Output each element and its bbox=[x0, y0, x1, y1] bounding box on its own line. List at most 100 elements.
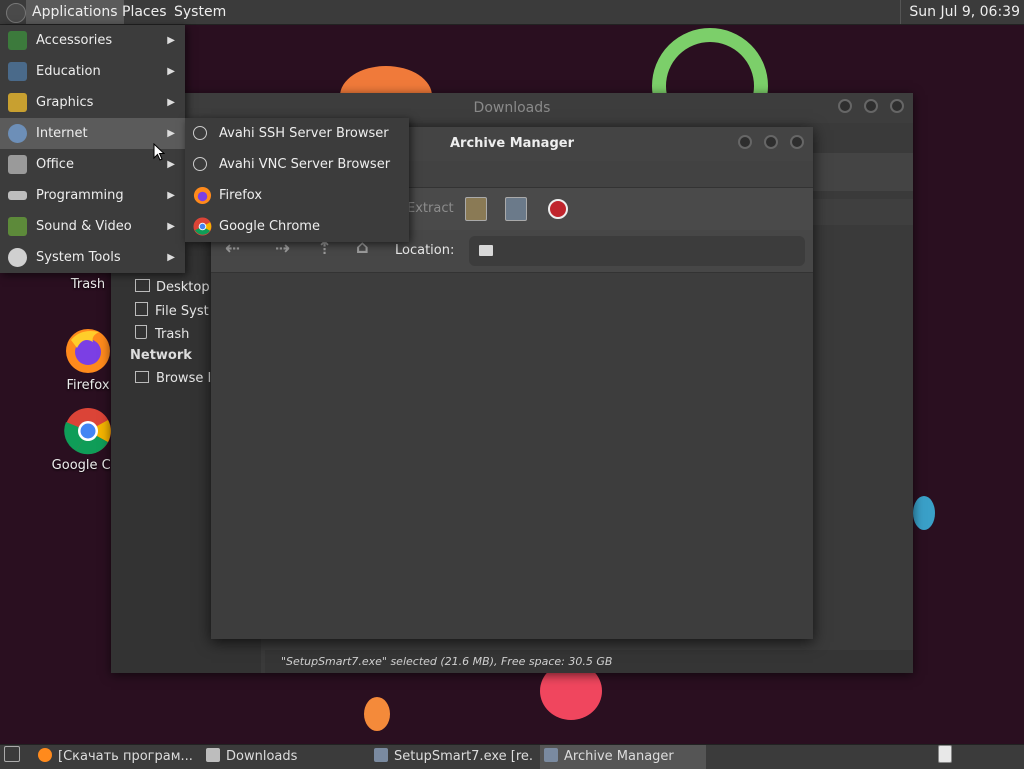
taskbar-item-archive-manager[interactable]: Archive Manager bbox=[540, 745, 706, 769]
taskbar-item-label: [Скачать програм... bbox=[58, 749, 193, 764]
education-icon bbox=[8, 62, 27, 81]
submenu-item-label: Firefox bbox=[219, 188, 263, 203]
sidebar-item-filesystem[interactable]: File Syst bbox=[135, 302, 209, 319]
archive-minimize-button[interactable] bbox=[738, 135, 752, 149]
submenu-arrow-icon: ▶ bbox=[167, 190, 175, 201]
submenu-arrow-icon: ▶ bbox=[167, 252, 175, 263]
menu-item-education[interactable]: Education ▶ bbox=[0, 56, 185, 87]
archive-maximize-button[interactable] bbox=[764, 135, 778, 149]
submenu-arrow-icon: ▶ bbox=[167, 128, 175, 139]
submenu-arrow-icon: ▶ bbox=[167, 221, 175, 232]
clock[interactable]: Sun Jul 9, 06:39 bbox=[900, 0, 1020, 24]
downloads-minimize-button[interactable] bbox=[838, 99, 852, 113]
wallpaper-small-orange-blob bbox=[364, 697, 390, 731]
internet-icon bbox=[8, 124, 27, 143]
chrome-icon bbox=[193, 217, 212, 236]
show-desktop-icon bbox=[4, 746, 20, 762]
folder-icon bbox=[479, 245, 493, 256]
avahi-vnc-icon bbox=[193, 157, 207, 171]
firefox-icon bbox=[66, 329, 110, 373]
add-files-icon[interactable] bbox=[465, 197, 487, 221]
menu-item-accessories[interactable]: Accessories ▶ bbox=[0, 25, 185, 56]
places-menu-button[interactable]: Places bbox=[116, 0, 173, 24]
archive-close-button[interactable] bbox=[790, 135, 804, 149]
submenu-item-label: Google Chrome bbox=[219, 219, 320, 234]
menu-item-label: Education bbox=[36, 64, 101, 79]
menu-item-sound-video[interactable]: Sound & Video ▶ bbox=[0, 211, 185, 242]
archive-icon bbox=[544, 748, 558, 762]
menu-item-programming[interactable]: Programming ▶ bbox=[0, 180, 185, 211]
extract-button[interactable]: Extract bbox=[407, 201, 454, 216]
downloads-statusbar: "SetupSmart7.exe" selected (21.6 MB), Fr… bbox=[265, 650, 913, 673]
menu-item-label: System Tools bbox=[36, 250, 121, 265]
downloads-title: Downloads bbox=[473, 100, 551, 116]
graphics-icon bbox=[8, 93, 27, 112]
archive-file-list[interactable] bbox=[211, 273, 813, 639]
menu-item-google-chrome[interactable]: Google Chrome bbox=[185, 211, 409, 242]
trash-icon bbox=[135, 325, 147, 339]
archive-icon bbox=[374, 748, 388, 762]
add-folder-icon[interactable] bbox=[505, 197, 527, 221]
taskbar-item-firefox[interactable]: [Скачать програм... bbox=[38, 745, 196, 769]
distro-logo-icon[interactable] bbox=[6, 3, 26, 23]
taskbar-item-label: Downloads bbox=[226, 749, 298, 764]
sidebar-item-desktop[interactable]: Desktop bbox=[135, 279, 210, 295]
taskbar: [Скачать програм... Downloads SetupSmart… bbox=[0, 744, 1024, 769]
sound-video-icon bbox=[8, 217, 27, 236]
accessories-icon bbox=[8, 31, 27, 50]
workspace-icon bbox=[938, 745, 952, 763]
taskbar-item-setupsmart[interactable]: SetupSmart7.exe [re... bbox=[374, 745, 534, 769]
menu-item-label: Graphics bbox=[36, 95, 94, 110]
firefox-icon bbox=[193, 186, 212, 205]
chrome-icon bbox=[64, 408, 111, 455]
submenu-arrow-icon: ▶ bbox=[167, 35, 175, 46]
sidebar-browse-label: Browse I bbox=[156, 371, 212, 386]
workspace-switcher[interactable] bbox=[938, 745, 956, 769]
show-desktop-button[interactable] bbox=[4, 745, 24, 769]
menu-item-label: Sound & Video bbox=[36, 219, 132, 234]
applications-menu-button[interactable]: Applications bbox=[26, 0, 124, 24]
stop-icon[interactable] bbox=[548, 199, 568, 219]
menu-item-firefox[interactable]: Firefox bbox=[185, 180, 409, 211]
submenu-arrow-icon: ▶ bbox=[167, 97, 175, 108]
menu-item-avahi-ssh[interactable]: Avahi SSH Server Browser bbox=[185, 118, 409, 149]
system-menu-button[interactable]: System bbox=[168, 0, 232, 24]
downloads-maximize-button[interactable] bbox=[864, 99, 878, 113]
folder-icon bbox=[206, 748, 220, 762]
wallpaper-teal-blob bbox=[913, 496, 935, 530]
internet-submenu: Avahi SSH Server Browser Avahi VNC Serve… bbox=[185, 118, 409, 242]
sidebar-item-trash[interactable]: Trash bbox=[135, 325, 189, 342]
menu-item-label: Office bbox=[36, 157, 74, 172]
top-panel: Applications Places System Sun Jul 9, 06… bbox=[0, 0, 1024, 25]
sidebar-item-browse-network[interactable]: Browse I bbox=[135, 371, 211, 386]
submenu-item-label: Avahi VNC Server Browser bbox=[219, 157, 391, 172]
menu-item-label: Internet bbox=[36, 126, 88, 141]
network-icon bbox=[135, 371, 149, 383]
location-label: Location: bbox=[395, 243, 455, 258]
taskbar-item-label: Archive Manager bbox=[564, 749, 674, 764]
sidebar-trash-label: Trash bbox=[155, 327, 190, 342]
sidebar-filesystem-label: File Syst bbox=[155, 304, 209, 319]
submenu-item-label: Avahi SSH Server Browser bbox=[219, 126, 389, 141]
taskbar-item-label: SetupSmart7.exe [re... bbox=[394, 749, 534, 764]
sidebar-desktop-label: Desktop bbox=[156, 280, 210, 295]
system-tools-icon bbox=[8, 248, 27, 267]
menu-item-avahi-vnc[interactable]: Avahi VNC Server Browser bbox=[185, 149, 409, 180]
avahi-ssh-icon bbox=[193, 126, 207, 140]
archive-title: Archive Manager bbox=[450, 136, 574, 151]
menu-item-label: Programming bbox=[36, 188, 124, 203]
mouse-cursor-icon bbox=[153, 143, 165, 161]
menu-item-label: Accessories bbox=[36, 33, 113, 48]
firefox-icon bbox=[38, 748, 52, 762]
sidebar-network-heading: Network bbox=[130, 348, 192, 363]
menu-item-graphics[interactable]: Graphics ▶ bbox=[0, 87, 185, 118]
submenu-arrow-icon: ▶ bbox=[167, 159, 175, 170]
programming-icon bbox=[8, 191, 27, 200]
desktop-folder-icon bbox=[135, 279, 150, 292]
location-field[interactable] bbox=[469, 236, 805, 266]
taskbar-item-downloads[interactable]: Downloads bbox=[206, 745, 366, 769]
filesystem-icon bbox=[135, 302, 148, 316]
menu-item-system-tools[interactable]: System Tools ▶ bbox=[0, 242, 185, 273]
downloads-close-button[interactable] bbox=[890, 99, 904, 113]
submenu-arrow-icon: ▶ bbox=[167, 66, 175, 77]
